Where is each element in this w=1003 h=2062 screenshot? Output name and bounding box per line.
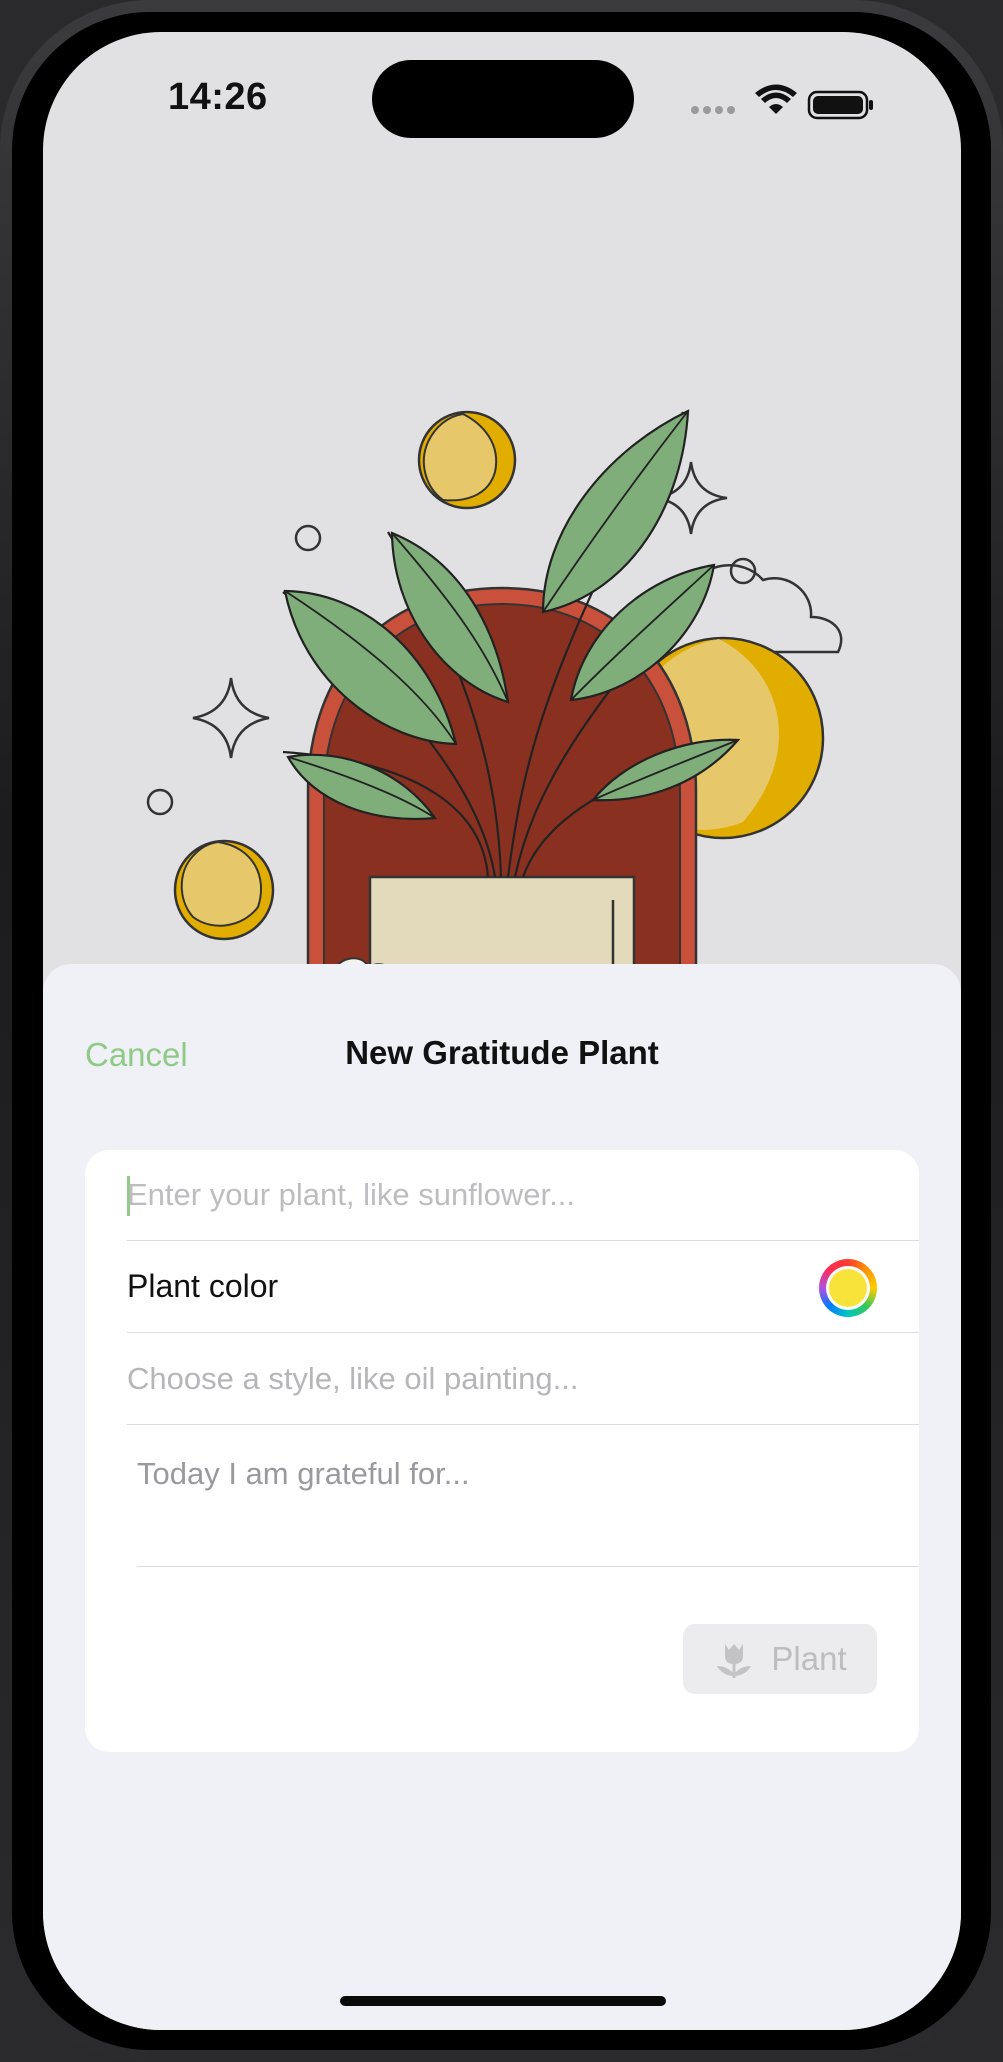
battery-icon bbox=[807, 90, 873, 120]
color-picker-well[interactable] bbox=[819, 1259, 877, 1317]
tulip-icon bbox=[717, 1644, 752, 1678]
plant-name-row bbox=[127, 1150, 919, 1241]
plant-color-label: Plant color bbox=[127, 1268, 279, 1304]
decor-circle bbox=[146, 788, 174, 816]
decor-circle bbox=[294, 524, 322, 552]
style-row bbox=[127, 1334, 919, 1425]
style-input[interactable] bbox=[127, 1334, 919, 1424]
gratitude-row bbox=[137, 1426, 919, 1567]
plant-illustration bbox=[146, 409, 843, 1002]
plant-form: Plant color Pl bbox=[85, 1150, 919, 1752]
status-icons bbox=[681, 82, 881, 122]
selected-color-swatch bbox=[829, 1269, 867, 1307]
gratitude-textarea[interactable] bbox=[137, 1456, 841, 1546]
sheet-title: New Gratitude Plant bbox=[345, 1034, 659, 1071]
cellular-signal-icon bbox=[691, 106, 735, 114]
plant-button[interactable]: Plant bbox=[683, 1624, 877, 1694]
sparkle-icon bbox=[192, 677, 270, 759]
home-indicator[interactable] bbox=[340, 1996, 666, 2006]
plant-color-row[interactable]: Plant color bbox=[127, 1242, 919, 1333]
status-time: 14:26 bbox=[168, 76, 268, 118]
new-plant-sheet: Cancel New Gratitude Plant Plant color bbox=[43, 964, 961, 2030]
app-screen: 14:26 Cancel New Gratitude Plant Enter y… bbox=[43, 32, 961, 2030]
color-well-inner bbox=[826, 1266, 870, 1310]
status-bar: 14:26 bbox=[43, 32, 961, 142]
plant-button-label: Plant bbox=[771, 1640, 847, 1677]
plant-name-input[interactable] bbox=[127, 1150, 919, 1240]
wifi-icon bbox=[755, 84, 797, 114]
dynamic-island bbox=[372, 60, 634, 138]
